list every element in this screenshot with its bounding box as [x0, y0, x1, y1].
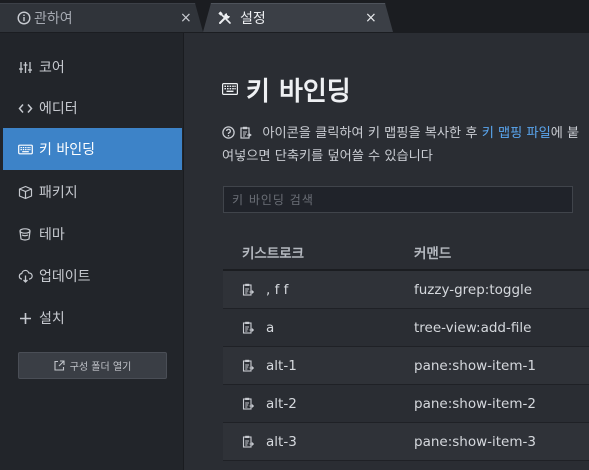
link-external-icon [54, 360, 65, 371]
sidebar-item-install[interactable]: 설치 [3, 297, 182, 339]
tools-icon [218, 11, 231, 24]
keyboard-icon [18, 144, 33, 154]
cloud-download-icon [18, 269, 33, 283]
table-body: , f f fuzzy-grep:toggle a tree-view:add-… [223, 271, 589, 461]
keystroke-column-header[interactable]: 키스트로크 [223, 242, 395, 262]
sidebar-item-themes[interactable]: 테마 [3, 213, 182, 255]
tab-about-label: 관하여 [34, 11, 73, 27]
sidebar-item-label: 패키지 [39, 185, 78, 201]
command-cell: fuzzy-grep:toggle [414, 281, 533, 298]
keystroke-cell: alt-3 [266, 433, 297, 450]
sidebar-item-core[interactable]: 코어 [3, 46, 182, 88]
sidebar-item-label: 업데이트 [39, 269, 91, 285]
copy-icon[interactable] [242, 435, 254, 448]
table-row: alt-2 pane:show-item-2 [223, 385, 589, 423]
page-title: 키 바인딩 [222, 71, 351, 107]
open-config-folder-label: 구성 폴더 열기 [69, 362, 132, 373]
sidebar-item-packages[interactable]: 패키지 [3, 171, 182, 213]
close-icon[interactable]: × [180, 10, 192, 26]
page-title-text: 키 바인딩 [246, 76, 351, 107]
keybindings-description: 아이콘을 클릭하여 키 맵핑을 복사한 후 키 맵핑 파일에 붙여넣으면 단축키… [222, 122, 582, 168]
keybindings-panel: 키 바인딩 아이콘을 클릭하여 키 맵핑을 복사한 후 키 맵핑 파일에 붙여넣… [184, 33, 589, 470]
sidebar-item-label: 키 바인딩 [39, 142, 95, 158]
sidebar-item-updates[interactable]: 업데이트 [3, 255, 182, 297]
command-cell: pane:show-item-2 [414, 395, 536, 412]
command-cell: pane:show-item-3 [414, 433, 536, 450]
table-row: alt-1 pane:show-item-1 [223, 347, 589, 385]
description-text: 아이콘을 클릭하여 키 맵핑을 복사한 후 [262, 126, 482, 141]
info-icon [17, 11, 31, 25]
command-cell: tree-view:add-file [414, 319, 532, 336]
tab-settings-label: 설정 [240, 11, 266, 27]
close-icon[interactable]: × [365, 10, 377, 26]
table-header: 키스트로크 커맨드 [223, 234, 589, 271]
copy-icon[interactable] [242, 359, 254, 372]
keybindings-table: 키스트로크 커맨드 , f f fuzzy-grep:toggle a tree… [223, 234, 589, 461]
open-config-folder-button[interactable]: 구성 폴더 열기 [18, 352, 167, 379]
plus-icon [20, 312, 31, 324]
code-icon [18, 103, 33, 113]
sidebar-item-keybindings[interactable]: 키 바인딩 [3, 128, 182, 170]
tab-settings[interactable]: 설정 × [203, 3, 393, 32]
keystroke-cell: alt-1 [266, 357, 297, 374]
command-cell: pane:show-item-1 [414, 357, 536, 374]
table-row: , f f fuzzy-grep:toggle [223, 271, 589, 309]
copy-icon[interactable] [242, 283, 254, 296]
clippy-icon [240, 126, 253, 139]
table-row: a tree-view:add-file [223, 309, 589, 347]
keymap-file-link[interactable]: 키 맵핑 파일 [482, 126, 551, 141]
sidebar-item-editor[interactable]: 에디터 [3, 87, 182, 129]
copy-icon[interactable] [242, 321, 254, 334]
copy-icon[interactable] [242, 397, 254, 410]
sidebar-item-label: 설치 [39, 311, 65, 327]
paintcan-icon [19, 227, 31, 241]
keystroke-cell: a [266, 319, 275, 336]
sidebar-item-label: 테마 [39, 227, 65, 243]
table-row: alt-3 pane:show-item-3 [223, 423, 589, 461]
sidebar-item-label: 에디터 [39, 101, 78, 117]
keystroke-cell: alt-2 [266, 395, 297, 412]
question-icon [222, 126, 235, 139]
sidebar-item-label: 코어 [39, 60, 65, 76]
keyboard-icon [222, 83, 238, 95]
command-column-header[interactable]: 커맨드 [395, 242, 589, 262]
package-icon [18, 185, 33, 199]
settings-sidebar: 코어 에디터 키 바인딩 패키지 테마 업데이트 설치 구성 폴더 열기 [0, 33, 184, 470]
keystroke-cell: , f f [266, 281, 289, 298]
tab-bar: 관하여 × 설정 × [0, 0, 589, 33]
keybinding-search-input[interactable] [223, 186, 573, 213]
sliders-icon [19, 61, 32, 73]
tab-about[interactable]: 관하여 × [0, 3, 203, 32]
